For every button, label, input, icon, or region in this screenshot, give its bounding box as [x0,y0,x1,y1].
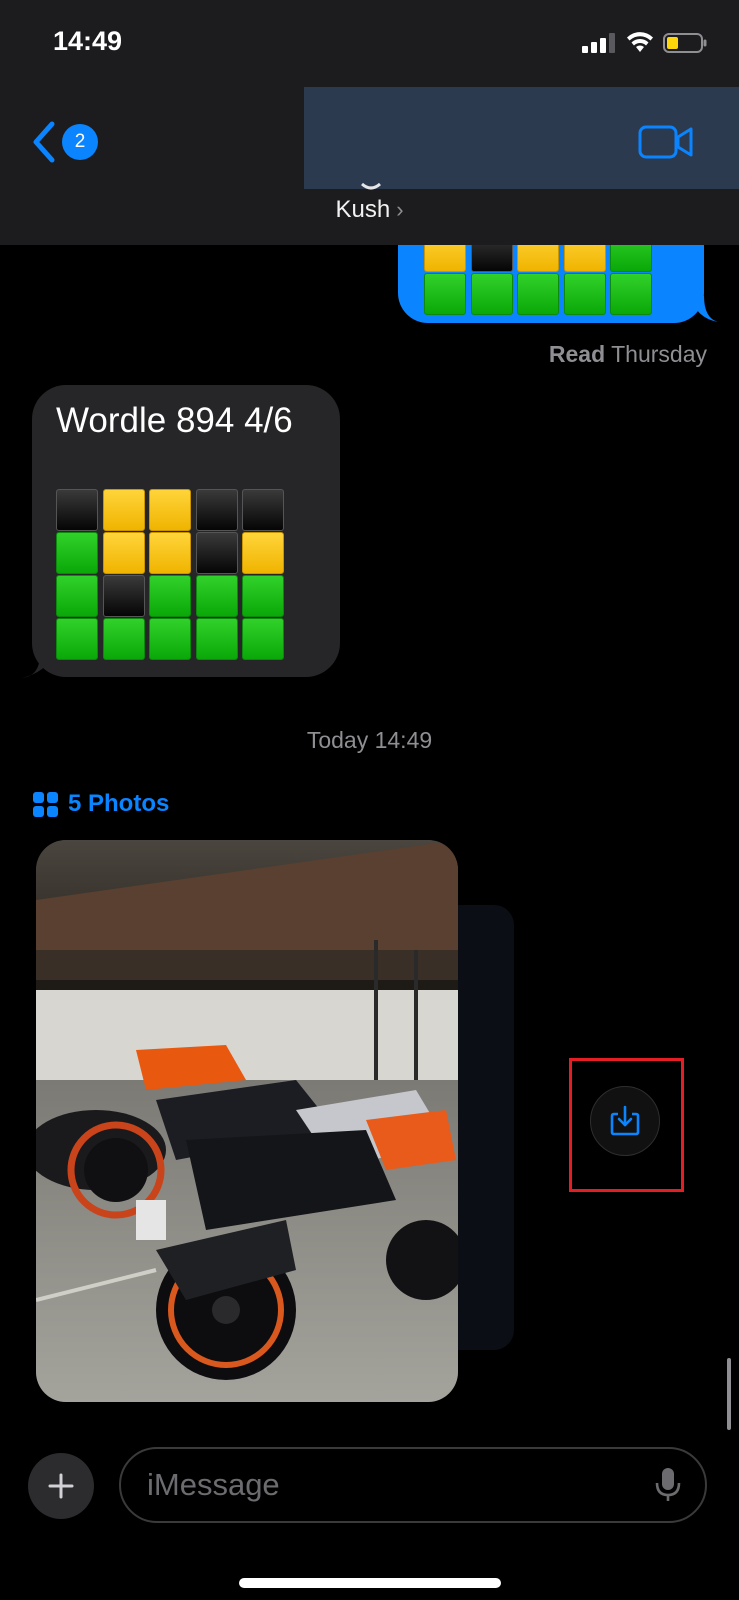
microphone-icon[interactable] [655,1466,681,1504]
save-photo-button[interactable] [590,1086,660,1156]
photo-image [36,840,458,1402]
scroll-indicator[interactable] [727,1358,731,1430]
wordle-tile [102,489,145,531]
wordle-tile [195,618,238,660]
wordle-tile [149,618,191,660]
cellular-signal-icon [582,33,615,53]
received-bubble-tail [22,654,54,678]
wordle-tile [195,489,238,531]
wordle-tile [149,532,191,574]
photos-stack-link[interactable]: 5 Photos [33,790,169,818]
sent-bubble-tail [690,296,718,322]
avatar-edge [361,182,381,190]
chevron-right-icon: › [396,197,404,222]
received-message-bubble[interactable]: Wordle 894 4/6 [32,385,340,677]
status-time: 14:49 [53,26,123,56]
wordle-tile [242,489,284,531]
wordle-tile [195,575,238,617]
contact-name: Kush [335,196,391,223]
read-time: Thursday [611,341,707,367]
wordle-tile [149,575,191,617]
home-indicator [239,1578,501,1588]
unread-count-badge: 2 [62,124,98,160]
chevron-left-icon [33,121,55,163]
read-label: Read [548,341,606,367]
grid-icon [33,791,58,817]
wordle-tile [242,575,284,617]
wordle-tile [102,532,145,574]
wordle-tile [149,489,191,531]
plus-icon [48,1473,74,1499]
imessage-placeholder: iMessage [147,1467,280,1502]
save-to-library-icon [610,1105,640,1136]
wordle-tile [102,575,145,617]
wordle-title: Wordle 894 4/6 [56,401,293,440]
motorcycle-photo[interactable] [36,840,458,1402]
read-receipt: Read Thursday [549,341,707,368]
wordle-tile [610,273,652,315]
wordle-tile [242,532,284,574]
back-button[interactable]: 2 [30,118,102,166]
wordle-tile [470,273,513,315]
photos-count-label: 5 Photos [68,790,170,817]
contact-name-button[interactable]: Kush › [0,196,739,224]
wordle-tile [424,273,466,315]
apps-plus-button[interactable] [28,1453,94,1519]
wordle-tile [56,532,98,574]
wordle-tile [195,532,238,574]
wordle-tile [242,618,284,660]
battery-icon [663,33,707,53]
wordle-tile [563,273,606,315]
conversation-header: 14:49 2 Kush › [0,0,739,245]
wordle-tile [56,575,98,617]
wordle-tile [56,489,98,531]
video-camera-icon[interactable] [638,124,694,160]
imessage-input[interactable]: iMessage [119,1447,707,1523]
wifi-icon [627,32,653,52]
message-timestamp: Today 14:49 [306,727,433,753]
wordle-tile [517,273,559,315]
wordle-tile [56,618,98,660]
wordle-tile [102,618,145,660]
